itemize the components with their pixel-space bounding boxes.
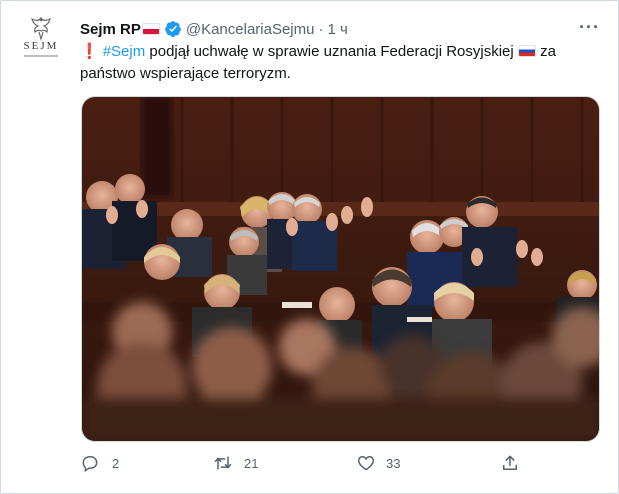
avatar-underline	[24, 55, 58, 57]
author-handle[interactable]: @KancelariaSejmu	[186, 21, 315, 38]
like-icon	[357, 455, 375, 471]
tweet-time[interactable]: 1 ч	[327, 21, 347, 38]
reply-count: 2	[112, 455, 120, 471]
tweet-photo[interactable]	[81, 96, 600, 442]
tweet-actions: 2 21 33	[80, 453, 520, 479]
exclamation-icon: ❗	[80, 43, 99, 60]
verified-badge-icon	[164, 21, 181, 37]
reply-icon	[82, 456, 98, 472]
avatar[interactable]: SEJM	[15, 15, 67, 67]
separator-dot: ·	[318, 20, 324, 38]
retweet-count: 21	[244, 455, 259, 471]
russia-flag-icon	[517, 45, 536, 57]
tweet-body-text: podjął uchwałę w sprawie uznania Federac…	[145, 43, 514, 60]
author-name[interactable]: Sejm RP	[80, 21, 141, 38]
eagle-emblem-icon	[31, 16, 51, 41]
tweet-card[interactable]: SEJM Sejm RP @KancelariaSejmu · 1 ч ··· …	[0, 0, 619, 494]
avatar-text: SEJM	[23, 40, 59, 52]
retweet-icon	[214, 456, 232, 470]
reply-button[interactable]: 2	[80, 453, 119, 473]
share-icon	[503, 455, 517, 470]
more-dots-icon: ···	[579, 17, 600, 37]
poland-flag-icon	[141, 23, 160, 35]
tweet-text: ❗ #Sejm podjął uchwałę w sprawie uznania …	[80, 41, 600, 85]
share-button[interactable]	[500, 453, 520, 473]
parliament-photo-image	[82, 97, 599, 441]
more-options-button[interactable]: ···	[579, 17, 600, 37]
retweet-button[interactable]: 21	[212, 453, 258, 473]
like-button[interactable]: 33	[356, 453, 400, 473]
tweet-header: Sejm RP @KancelariaSejmu · 1 ч	[80, 19, 348, 39]
hashtag-link[interactable]: #Sejm	[103, 43, 146, 60]
like-count: 33	[386, 455, 401, 471]
